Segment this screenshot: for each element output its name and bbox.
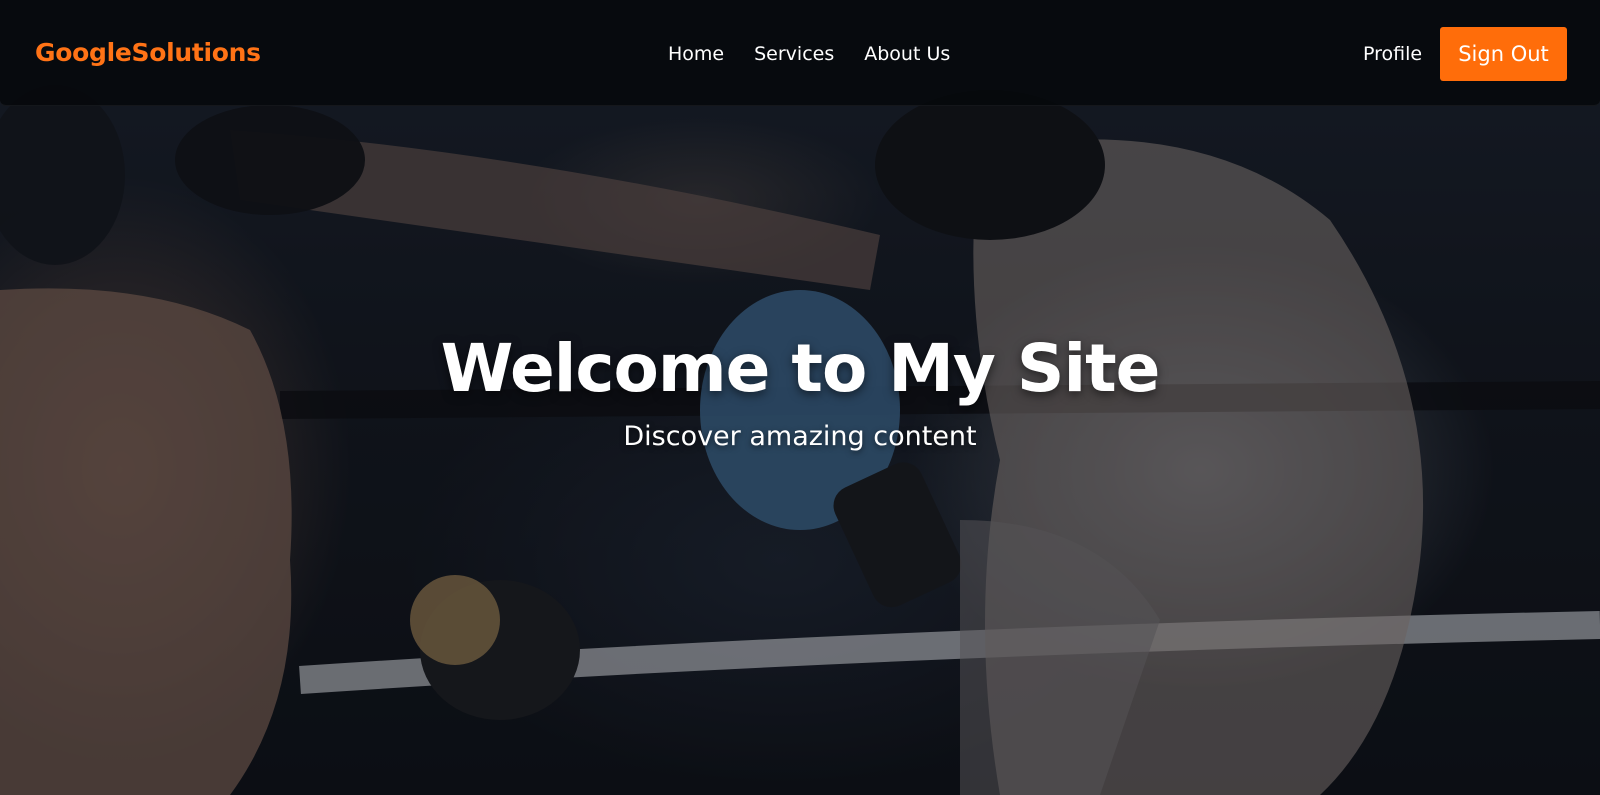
profile-link[interactable]: Profile [1363, 43, 1422, 65]
nav-links: Home Services About Us [668, 43, 950, 65]
brand-logo[interactable]: GoogleSolutions [35, 38, 261, 67]
nav-link-home[interactable]: Home [668, 43, 724, 65]
nav-link-about-us[interactable]: About Us [864, 43, 950, 65]
hero-subtitle: Discover amazing content [623, 421, 977, 452]
hero-title: Welcome to My Site [440, 330, 1161, 407]
hero-content: Welcome to My Site Discover amazing cont… [0, 330, 1600, 452]
nav-link-services[interactable]: Services [754, 43, 834, 65]
page: GoogleSolutions Home Services About Us P… [0, 0, 1600, 795]
top-navbar: GoogleSolutions Home Services About Us P… [0, 0, 1600, 106]
sign-out-button[interactable]: Sign Out [1440, 27, 1567, 81]
